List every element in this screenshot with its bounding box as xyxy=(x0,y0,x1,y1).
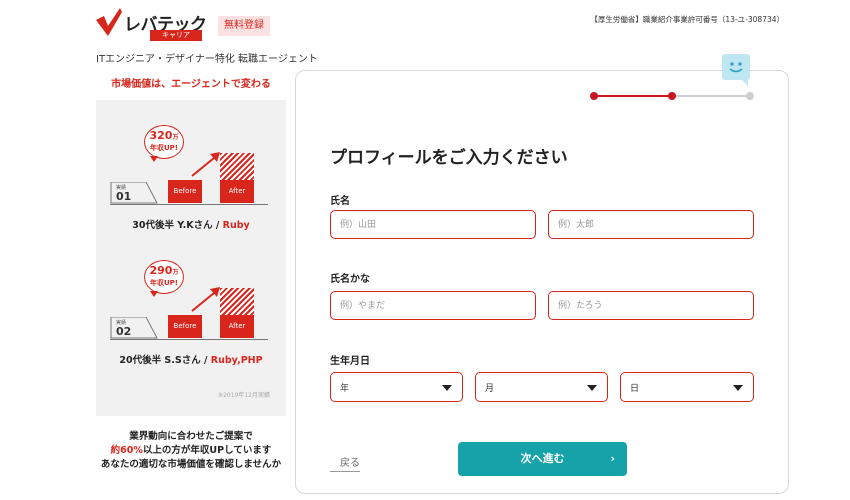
copy-highlight: 約60% xyxy=(110,445,143,456)
case-skill: Ruby xyxy=(222,220,250,231)
raise-bubble: 290万 年収UP! xyxy=(144,260,184,294)
birth-month-select[interactable]: 月 xyxy=(475,372,608,402)
copy-line-1: 業界動向に合わせたご提案で xyxy=(129,431,253,442)
brand-logo[interactable]: レバテック キャリア xyxy=(96,8,208,41)
chart-baseline xyxy=(110,204,268,205)
result-tag: 実績 01 xyxy=(110,182,158,204)
birth-year-value: 年 xyxy=(340,384,350,394)
case-study-1: 320万 年収UP! Before After 実績 01 30代後半 Y.Kさ… xyxy=(96,120,286,240)
logo-check-icon xyxy=(96,8,122,36)
case-footnote: ※2019年12月実績 xyxy=(218,392,270,399)
tagline: ITエンジニア・デザイナー特化 転職エージェント xyxy=(96,54,318,65)
logo-subtext: キャリア xyxy=(150,30,202,41)
license-number: 【厚生労働省】職業紹介事業許可番号（13-ユ-308734） xyxy=(590,15,784,24)
chart-baseline xyxy=(110,339,268,340)
case-study-2: 290万 年収UP! Before After 実績 02 20代後半 S.Sさ… xyxy=(96,255,286,375)
case-study-panel: 320万 年収UP! Before After 実績 01 30代後半 Y.Kさ… xyxy=(96,100,286,416)
case-person: 30代後半 Y.Kさん / xyxy=(132,220,223,231)
progress-dot-2 xyxy=(668,92,676,100)
chevron-down-icon xyxy=(587,385,597,391)
chevron-down-icon xyxy=(733,385,743,391)
back-link[interactable]: 戻る xyxy=(330,454,360,472)
kana-label: 氏名かな xyxy=(330,274,370,285)
raise-label: 年収UP! xyxy=(149,144,178,152)
raise-bubble: 320万 年収UP! xyxy=(144,125,184,159)
last-name-kana-input[interactable] xyxy=(330,291,536,320)
result-number: 02 xyxy=(116,325,132,338)
first-name-input[interactable] xyxy=(548,210,754,239)
progress-line-todo xyxy=(672,95,754,97)
name-label: 氏名 xyxy=(330,196,350,207)
bubble-tail xyxy=(150,291,158,297)
next-button[interactable]: 次へ進む › xyxy=(458,442,627,476)
birthdate-label: 生年月日 xyxy=(330,356,370,367)
progress-line-done xyxy=(594,95,672,97)
raise-unit: 万 xyxy=(172,134,179,141)
copy-line-2: 約60%以上の方が年収UPしています xyxy=(96,444,286,458)
case-skill: Ruby,PHP xyxy=(210,355,263,366)
progress-dot-1 xyxy=(590,92,598,100)
chevron-down-icon xyxy=(442,385,452,391)
raise-label: 年収UP! xyxy=(149,279,178,287)
left-bottom-copy: 業界動向に合わせたご提案で 約60%以上の方が年収UPしています あなたの適切な… xyxy=(96,430,286,472)
left-catch-copy: 市場価値は、エージェントで変わる xyxy=(111,79,271,90)
raise-amount: 320 xyxy=(149,129,173,142)
result-tag: 実績 02 xyxy=(110,317,158,339)
birth-day-value: 日 xyxy=(630,384,640,394)
chevron-right-icon: › xyxy=(610,452,615,465)
form-title: プロフィールをご入力ください xyxy=(330,148,568,168)
birth-year-select[interactable]: 年 xyxy=(330,372,463,402)
copy-line-3: あなたの適切な市場価値を確認しませんか xyxy=(100,459,282,470)
birth-month-value: 月 xyxy=(485,384,495,394)
copy-line-2-rest: 以上の方が年収UPしています xyxy=(142,445,272,456)
first-name-kana-input[interactable] xyxy=(548,291,754,320)
case-person: 20代後半 S.Sさん / xyxy=(119,355,211,366)
after-bar: After xyxy=(220,315,254,338)
after-bar: After xyxy=(220,180,254,203)
before-bar: Before xyxy=(168,315,202,338)
raise-amount: 290 xyxy=(149,264,173,277)
bubble-tail xyxy=(150,156,158,162)
before-bar: Before xyxy=(168,180,202,203)
birth-day-select[interactable]: 日 xyxy=(620,372,754,402)
result-number: 01 xyxy=(116,190,132,203)
step-progress xyxy=(590,90,760,102)
next-button-label: 次へ進む xyxy=(520,452,565,465)
speech-tail xyxy=(742,80,748,86)
last-name-input[interactable] xyxy=(330,210,536,239)
smiley-face-icon xyxy=(722,54,750,80)
free-registration-badge: 無料登録 xyxy=(218,16,270,36)
progress-dot-3 xyxy=(746,92,754,100)
case-caption: 30代後半 Y.Kさん / Ruby xyxy=(96,217,286,231)
case-caption: 20代後半 S.Sさん / Ruby,PHP xyxy=(96,352,286,366)
raise-unit: 万 xyxy=(172,269,179,276)
